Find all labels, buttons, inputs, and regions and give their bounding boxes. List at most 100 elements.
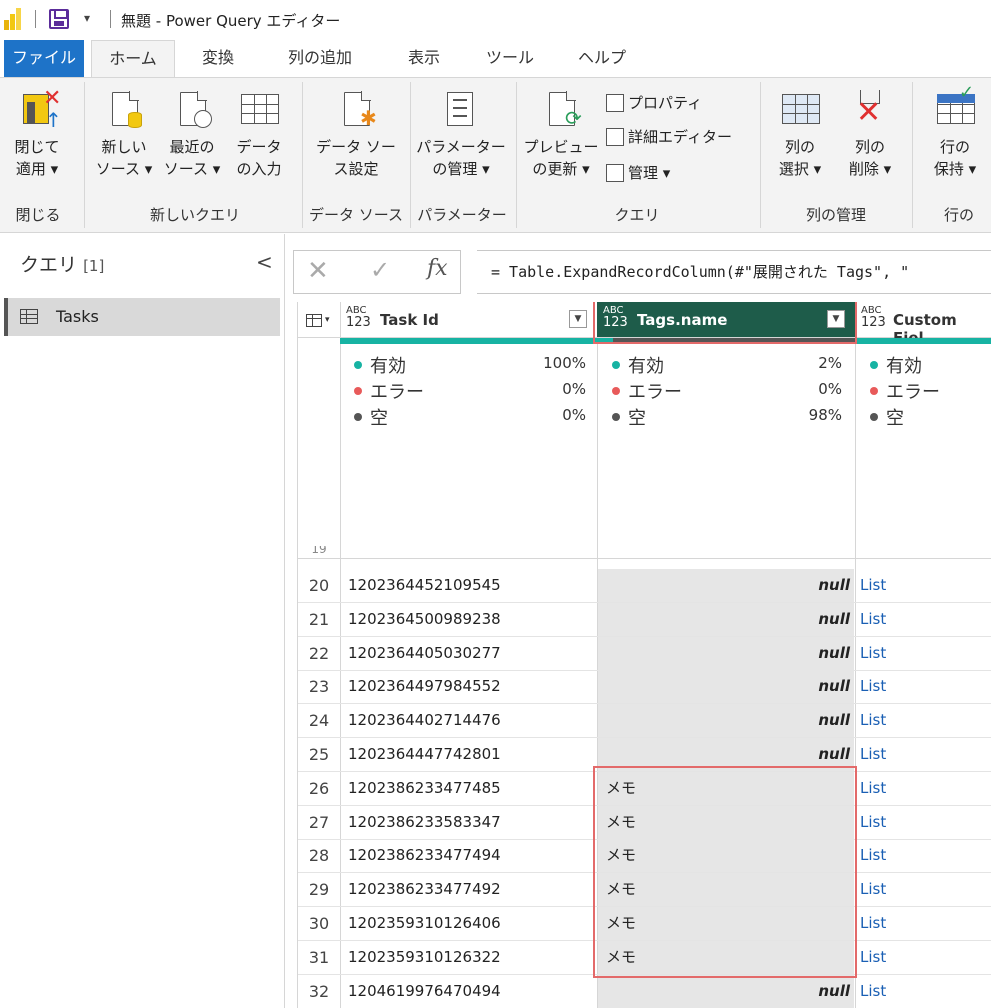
column-header-task-id[interactable]: ABC 123 Task Id ▼ [340,302,597,338]
cell-tags-name[interactable]: null [598,670,854,704]
stat-label-empty: 空 [886,408,904,429]
parameters-icon [441,88,481,132]
cell-custom-fields-link[interactable]: List [860,975,886,1008]
cell-tags-name[interactable]: null [598,974,854,1008]
cell-custom-fields-link[interactable]: List [860,738,886,771]
table-row[interactable]: 21 1202364500989238 null List [298,602,991,637]
manage-parameters-button[interactable]: パラメーター の管理 ▾ [414,88,508,180]
error-dot-icon [354,387,362,395]
cell-custom-fields-link[interactable]: List [860,941,886,974]
cell-custom-fields-link[interactable]: List [860,873,886,906]
ribbon-separator [410,82,411,228]
empty-dot-icon [354,413,362,421]
tab-home[interactable]: ホーム [91,40,175,78]
window-title: 無題 - Power Query エディター [121,12,341,30]
cell-tags-name[interactable]: null [598,704,854,738]
tab-transform[interactable]: 変換 [188,40,248,77]
table-icon [606,163,624,182]
save-icon[interactable] [49,9,69,29]
title-bar: ▾ 無題 - Power Query エディター [0,0,991,40]
close-apply-button[interactable]: ✕ ↑ 閉じて 適用 ▾ [6,88,68,180]
fx-icon[interactable]: fx [427,256,448,281]
table-row[interactable]: 23 1202364497984552 null List [298,670,991,705]
formula-input[interactable]: = Table.ExpandRecordColumn(#"展開された Tags"… [477,250,991,294]
group-label-manage-columns: 列の管理 [805,206,866,224]
manage-query-button[interactable]: 管理 ▾ [606,162,670,183]
cell-task-id[interactable]: 1202359310126406 [348,907,501,940]
column-quality-custom-fields: 有効 エラー 空 [870,352,990,430]
stat-label-error: エラー [886,382,940,403]
remove-columns-button[interactable]: ✕ 列の 削除 ▾ [838,88,902,180]
ribbon-separator [760,82,761,228]
cell-task-id[interactable]: 1202364405030277 [348,637,501,670]
data-source-settings-button[interactable]: ✱ データ ソー ス設定 [308,88,404,180]
group-label-data-source: データ ソース [308,206,404,224]
cell-task-id[interactable]: 1204619976470494 [348,975,501,1008]
ribbon-separator [516,82,517,228]
title-separator [110,10,111,28]
cell-tags-name[interactable]: null [598,602,854,636]
tab-tools[interactable]: ツール [480,40,540,77]
tab-help[interactable]: ヘルプ [570,40,634,77]
cell-task-id[interactable]: 1202386233583347 [348,806,501,839]
cell-custom-fields-link[interactable]: List [860,839,886,872]
table-menu-button[interactable]: ▾ [298,302,340,338]
cell-custom-fields-link[interactable]: List [860,603,886,636]
cell-custom-fields-link[interactable]: List [860,670,886,703]
cell-custom-fields-link[interactable]: List [860,569,886,602]
cancel-icon[interactable]: ✕ [307,256,329,286]
tab-view[interactable]: 表示 [396,40,452,77]
recent-sources-button[interactable]: 最近の ソース ▾ [160,88,224,180]
tab-add-column[interactable]: 列の追加 [274,40,366,77]
row-number: 28 [308,846,330,866]
column-quality-task-id: 有効 100% エラー 0% 空 0% [354,352,586,430]
keep-rows-label: 行の 保持 ▾ [933,138,977,178]
table-row[interactable]: 32 1204619976470494 null List [298,974,991,1008]
title-separator [35,10,36,28]
table-row[interactable]: 22 1202364405030277 null List [298,636,991,671]
group-label-parameters: パラメーター [417,206,507,224]
cell-task-id[interactable]: 1202386233477494 [348,839,501,872]
query-pane-title: クエリ [1] [20,250,104,277]
cell-task-id[interactable]: 1202364452109545 [348,569,501,602]
cell-custom-fields-link[interactable]: List [860,772,886,805]
column-header-custom-fields[interactable]: ABC123 Custom Fiel [855,302,991,347]
advanced-editor-button[interactable]: 詳細エディター [606,126,732,147]
cell-tags-name[interactable]: null [598,569,854,602]
cell-task-id[interactable]: 1202359310126322 [348,941,501,974]
cell-task-id[interactable]: 1202386233477492 [348,873,501,906]
query-item-tasks[interactable]: Tasks [4,298,280,336]
choose-columns-icon [780,88,820,132]
column-quality-tags-name: 有効 2% エラー 0% 空 98% [612,352,842,430]
refresh-preview-button[interactable]: ⟳ プレビュー の更新 ▾ [522,88,600,180]
quick-access-dropdown[interactable]: ▾ [84,11,90,25]
cell-custom-fields-link[interactable]: List [860,907,886,940]
keep-rows-button[interactable]: ✓ 行の 保持 ▾ [922,84,988,180]
cell-task-id[interactable]: 1202364447742801 [348,738,501,771]
commit-icon[interactable]: ✓ [370,256,390,284]
properties-button[interactable]: プロパティ [606,92,702,113]
table-row[interactable]: 24 1202364402714476 null List [298,704,991,739]
cell-task-id[interactable]: 1202386233477485 [348,772,501,805]
tab-file[interactable]: ファイル [4,40,84,77]
new-source-button[interactable]: 新しい ソース ▾ [92,88,156,180]
cell-custom-fields-link[interactable]: List [860,704,886,737]
choose-columns-button[interactable]: 列の 選択 ▾ [768,88,832,180]
cell-task-id[interactable]: 1202364500989238 [348,603,501,636]
valid-dot-icon [612,361,620,369]
cell-tags-name[interactable]: null [598,636,854,670]
manage-query-label: 管理 ▾ [628,164,671,182]
filter-dropdown-icon[interactable]: ▼ [569,310,587,328]
enter-data-button[interactable]: データ の入力 [228,88,290,180]
cell-custom-fields-link[interactable]: List [860,806,886,839]
stat-label-error: エラー [370,382,424,403]
row-number: 21 [308,609,330,629]
quality-bar-custom-fields [855,338,991,344]
cell-custom-fields-link[interactable]: List [860,637,886,670]
cell-task-id[interactable]: 1202364497984552 [348,670,501,703]
cell-task-id[interactable]: 1202364402714476 [348,704,501,737]
table-row[interactable]: 20 1202364452109545 null List [298,569,991,603]
chevron-left-icon[interactable]: < [256,250,273,274]
partial-row-number: 19 [311,546,327,556]
data-source-settings-icon: ✱ [336,88,377,132]
